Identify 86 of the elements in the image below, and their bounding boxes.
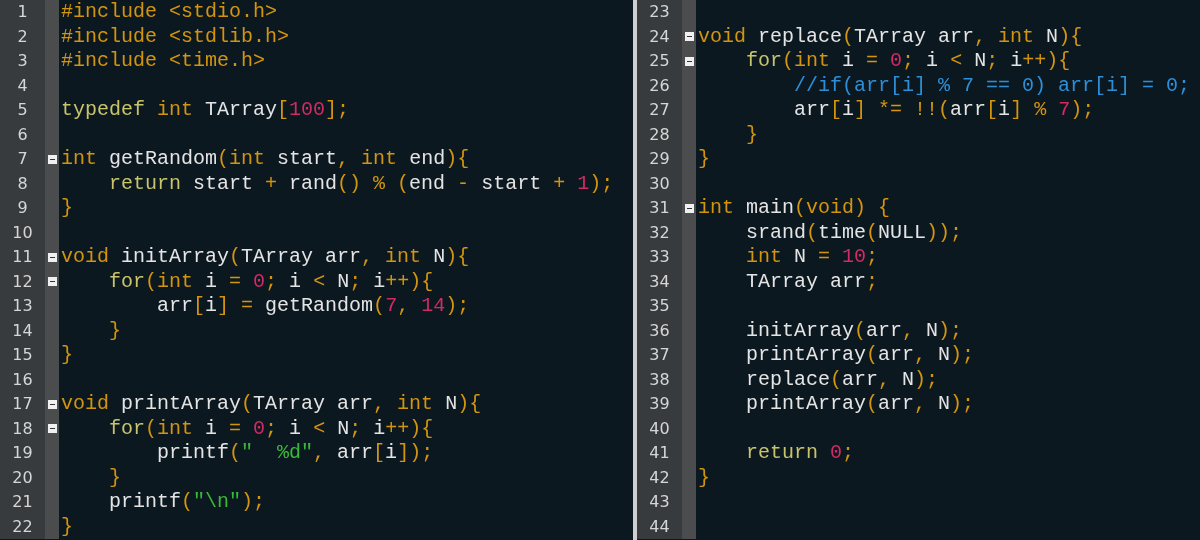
line-number: 31: [637, 196, 682, 221]
code-line: return 0;: [745, 441, 855, 466]
line-number: 44: [637, 514, 682, 539]
line-number: 2: [0, 24, 45, 49]
line-number: 20: [0, 465, 45, 490]
code-line: #include <stdlib.h>: [61, 24, 290, 49]
code-line: //if(arr[i] % 7 == 0) arr[i] = 0;: [793, 73, 1191, 98]
line-number: 35: [637, 294, 682, 319]
line-number: 38: [637, 367, 682, 392]
code-line: }: [108, 465, 121, 490]
code-line: TArray arr;: [745, 269, 879, 294]
code-line: int main(void) {: [698, 196, 891, 221]
code-line: for(int i = 0; i < N; i++){: [108, 416, 434, 441]
code-line: }: [698, 465, 710, 490]
line-number: 10: [0, 220, 45, 245]
line-number: 1: [0, 0, 45, 25]
line-number: 36: [637, 318, 682, 343]
line-number: 29: [637, 147, 682, 172]
fold-collapse-icon[interactable]: [47, 399, 57, 409]
code-line: void replace(TArray arr, int N){: [698, 24, 1083, 49]
line-number: 42: [637, 465, 682, 490]
line-number: 21: [0, 490, 45, 515]
code-line: void initArray(TArray arr, int N){: [61, 245, 470, 270]
fold-collapse-icon[interactable]: [47, 424, 57, 434]
code-line: }: [108, 318, 121, 343]
line-number: 19: [0, 441, 45, 466]
line-number: 4: [0, 73, 45, 98]
line-number: 9: [0, 196, 45, 221]
fold-collapse-icon[interactable]: [684, 203, 694, 213]
code-line: srand(time(NULL));: [745, 220, 963, 245]
code-line: return start + rand() % (end - start + 1);: [108, 171, 614, 196]
code-line: initArray(arr, N);: [745, 318, 963, 343]
code-line: printf(" %d", arr[i]);: [156, 441, 434, 466]
line-number: 30: [637, 171, 682, 196]
code-line: }: [61, 514, 73, 539]
line-number: 6: [0, 122, 45, 147]
line-number: 33: [637, 245, 682, 270]
line-number: 37: [637, 343, 682, 368]
line-number: 39: [637, 392, 682, 417]
code-line: int getRandom(int start, int end){: [61, 147, 470, 172]
code-line: printArray(arr, N);: [745, 343, 975, 368]
line-number: 16: [0, 367, 45, 392]
line-number: 5: [0, 98, 45, 123]
line-number: 27: [637, 98, 682, 123]
line-number: 8: [0, 171, 45, 196]
line-number: 12: [0, 269, 45, 294]
line-number: 18: [0, 416, 45, 441]
code-line: for(int i = 0; i < N; i++){: [108, 269, 434, 294]
fold-collapse-icon[interactable]: [684, 32, 694, 42]
code-line: }: [61, 343, 73, 368]
line-number: 32: [637, 220, 682, 245]
code-line: arr[i] *= !!(arr[i] % 7);: [793, 98, 1095, 123]
code-line: }: [745, 122, 758, 147]
code-line: arr[i] = getRandom(7, 14);: [156, 294, 470, 319]
fold-collapse-icon[interactable]: [47, 252, 57, 262]
line-number: 34: [637, 269, 682, 294]
fold-collapse-icon[interactable]: [684, 56, 694, 66]
line-number: 28: [637, 122, 682, 147]
fold-collapse-icon[interactable]: [47, 154, 57, 164]
code-line: for(int i = 0; i < N; i++){: [745, 49, 1071, 74]
line-number: 14: [0, 318, 45, 343]
line-number: 25: [637, 49, 682, 74]
code-line: #include <time.h>: [61, 49, 266, 74]
code-line: typedef int TArray[100];: [61, 98, 350, 123]
line-number: 24: [637, 24, 682, 49]
line-number: 43: [637, 490, 682, 515]
line-number: 15: [0, 343, 45, 368]
code-line: }: [61, 196, 73, 221]
line-number: 17: [0, 392, 45, 417]
line-number: 23: [637, 0, 682, 25]
code-line: void printArray(TArray arr, int N){: [61, 392, 482, 417]
line-number: 7: [0, 147, 45, 172]
line-number: 40: [637, 416, 682, 441]
line-number: 13: [0, 294, 45, 319]
line-number: 26: [637, 73, 682, 98]
code-line: }: [698, 147, 710, 172]
line-number: 3: [0, 49, 45, 74]
code-line: #include <stdio.h>: [61, 0, 278, 25]
code-line: int N = 10;: [745, 245, 879, 270]
line-number: 11: [0, 245, 45, 270]
line-number: 41: [637, 441, 682, 466]
code-line: replace(arr, N);: [745, 367, 939, 392]
code-line: printArray(arr, N);: [745, 392, 975, 417]
fold-collapse-icon[interactable]: [47, 277, 57, 287]
code-line: printf("\n");: [108, 490, 266, 515]
line-number: 22: [0, 514, 45, 539]
